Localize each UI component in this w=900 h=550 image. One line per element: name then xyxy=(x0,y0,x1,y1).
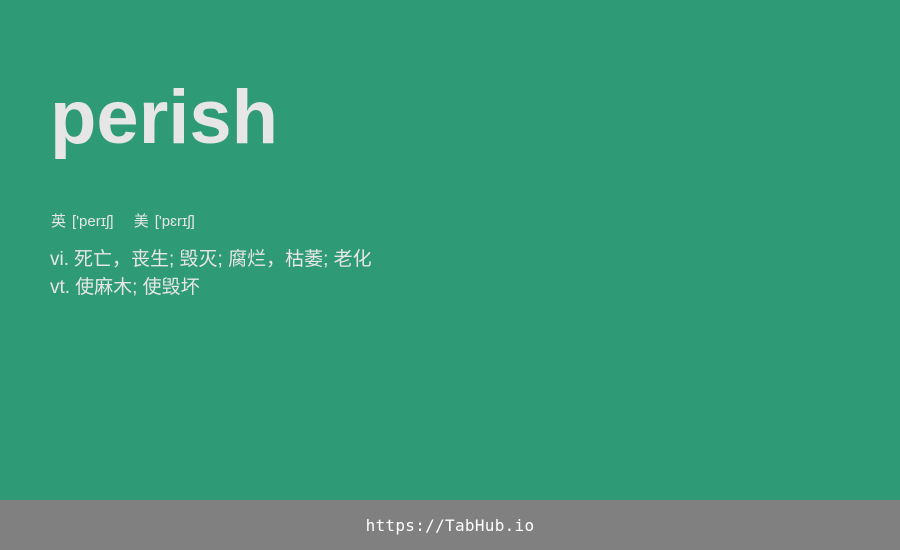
definition-meaning: 死亡，丧生; 毁灭; 腐烂，枯萎; 老化 xyxy=(74,249,372,270)
phonetic-us-ipa: ['pɛrɪʃ] xyxy=(154,213,195,230)
word-title: perish xyxy=(50,75,279,160)
phonetic-us: 美 ['pɛrɪʃ] xyxy=(134,212,195,232)
definition-transitive: vt. 使麻木; 使毁坏 xyxy=(50,274,372,302)
word-card: perish 英 ['perɪʃ] 美 ['pɛrɪʃ] vi. 死亡，丧生; 毁灭;… xyxy=(0,0,900,500)
definition-pos: vt. xyxy=(50,277,71,298)
definitions-list: vi. 死亡，丧生; 毁灭; 腐烂，枯萎; 老化 vt. 使麻木; 使毁坏 xyxy=(50,246,372,302)
definition-intransitive: vi. 死亡，丧生; 毁灭; 腐烂，枯萎; 老化 xyxy=(50,246,372,274)
phonetic-uk-label: 英 xyxy=(51,213,67,230)
definition-pos: vi. xyxy=(50,249,69,270)
footer-link[interactable]: https://TabHub.io xyxy=(366,516,535,535)
phonetic-uk: 英 ['perɪʃ] xyxy=(51,212,114,232)
phonetics-row: 英 ['perɪʃ] 美 ['pɛrɪʃ] xyxy=(51,212,195,232)
phonetic-uk-ipa: ['perɪʃ] xyxy=(72,213,114,230)
definition-meaning: 使麻木; 使毁坏 xyxy=(75,277,200,298)
footer-bar: https://TabHub.io xyxy=(0,500,900,550)
phonetic-us-label: 美 xyxy=(133,213,149,230)
